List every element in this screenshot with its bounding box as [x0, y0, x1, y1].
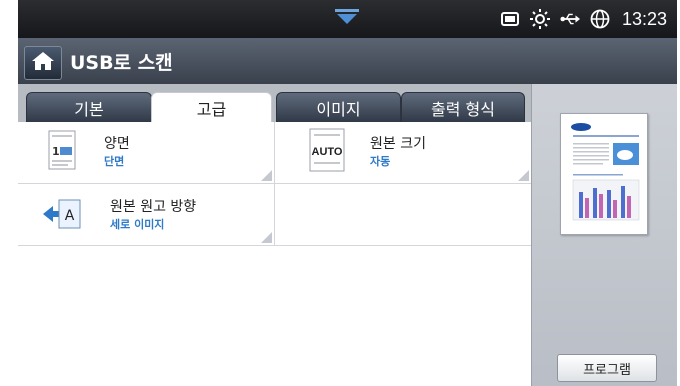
program-button[interactable]: 프로그램	[557, 354, 657, 382]
tab-advanced[interactable]: 고급	[151, 92, 272, 122]
empty-option-slot	[275, 184, 531, 246]
document-preview-icon[interactable]	[560, 113, 648, 235]
duplex-label: 양면	[104, 136, 130, 152]
pull-down-handle-icon[interactable]	[335, 9, 359, 25]
home-button[interactable]	[24, 46, 62, 80]
title-bar: USB로 스캔	[18, 38, 677, 84]
options-panel: 1 양면 단면 AUTO 원본 크기 자동 A 원본 원고 방향 세로 이미지	[18, 122, 531, 386]
usb-icon[interactable]	[560, 9, 580, 29]
original-size-label: 원본 크기	[370, 136, 426, 152]
orientation-value: 세로 이미지	[110, 218, 165, 231]
svg-text:A: A	[65, 208, 75, 224]
option-duplex[interactable]: 1 양면 단면	[18, 122, 275, 184]
tab-image[interactable]: 이미지	[276, 92, 401, 122]
toner-icon[interactable]	[500, 9, 520, 29]
scan-to-usb-screen: 13:23 USB로 스캔 기본 고급 이미지 출력 형식 1 양면 단면 AU…	[18, 0, 677, 386]
svg-text:AUTO: AUTO	[312, 146, 343, 158]
duplex-page-icon: 1	[48, 130, 76, 174]
status-bar: 13:23	[18, 0, 677, 38]
home-icon	[31, 51, 55, 75]
svg-text:1: 1	[52, 145, 60, 158]
tab-basic[interactable]: 기본	[26, 92, 152, 122]
duplex-value: 단면	[104, 155, 125, 168]
option-orientation[interactable]: A 원본 원고 방향 세로 이미지	[18, 184, 275, 246]
clock: 13:23	[621, 8, 667, 29]
auto-size-icon: AUTO	[305, 128, 349, 176]
orientation-label: 원본 원고 방향	[110, 199, 197, 215]
original-size-value: 자동	[370, 155, 391, 168]
globe-icon[interactable]	[590, 9, 610, 29]
corner-indicator-icon	[261, 232, 272, 243]
corner-indicator-icon	[518, 170, 529, 181]
orientation-arrow-icon: A	[43, 198, 81, 234]
corner-indicator-icon	[261, 170, 272, 181]
option-original-size[interactable]: AUTO 원본 크기 자동	[275, 122, 531, 184]
tab-output-format[interactable]: 출력 형식	[401, 92, 525, 122]
brightness-icon[interactable]	[529, 9, 550, 29]
page-title: USB로 스캔	[70, 52, 173, 74]
